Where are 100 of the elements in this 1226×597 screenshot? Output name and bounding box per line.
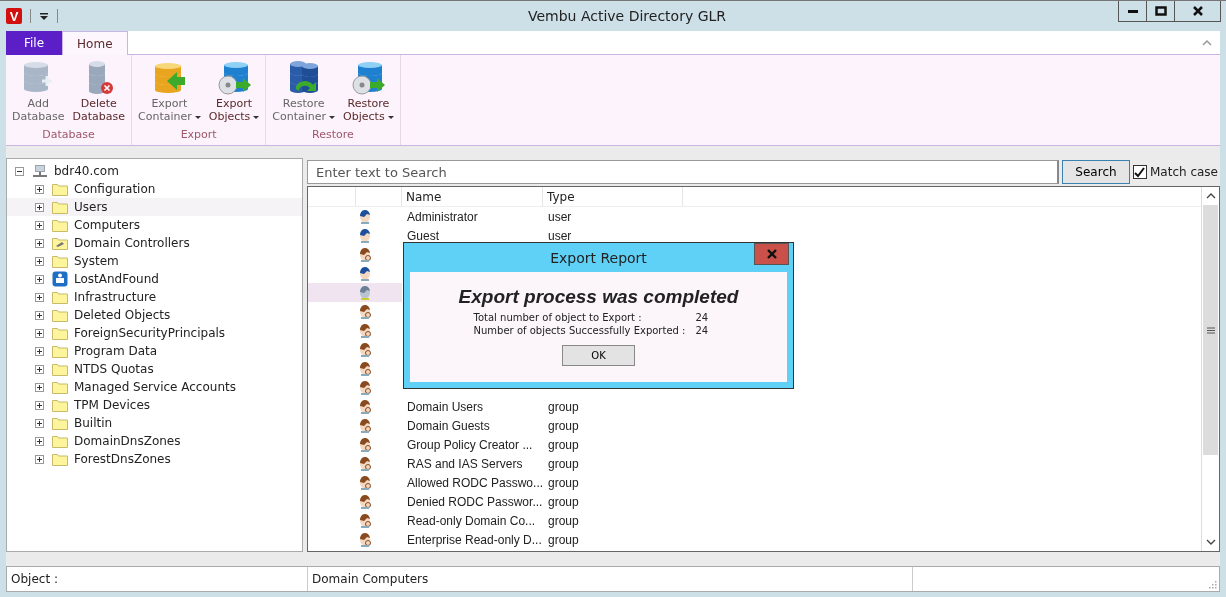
tree-item[interactable]: Program Data [74, 344, 158, 358]
table-cell: Enterprise Read-only D... [407, 532, 542, 547]
users-icon [358, 361, 372, 376]
ribbon-button[interactable]: Restore Objects [341, 59, 396, 128]
ribbon-group-label: Export [179, 128, 218, 143]
folder-icon [52, 380, 68, 394]
resize-grip-icon [1209, 581, 1217, 589]
table-cell: group [548, 494, 579, 509]
folder-icon [52, 236, 68, 250]
ok-button[interactable]: OK [562, 345, 635, 366]
scrollbar[interactable] [1201, 187, 1219, 551]
users-icon [358, 475, 372, 490]
tree-item[interactable]: bdr40.com [54, 164, 119, 178]
folder-icon [52, 344, 68, 358]
ribbon-button[interactable]: Export Container [136, 59, 203, 128]
table-cell: Domain Guests [407, 418, 490, 433]
status-label: Object : [7, 567, 308, 591]
ribbon-button[interactable]: Export Objects [206, 59, 262, 128]
expand-icon [35, 202, 44, 212]
ribbon-button[interactable]: Restore Container [270, 59, 338, 128]
stat-label: Number of objects Successfully Exported : [473, 325, 686, 336]
table-cell: user [548, 209, 572, 224]
status-value: Domain Computers [308, 567, 913, 591]
folder-icon [52, 326, 68, 340]
expand-icon [35, 454, 44, 464]
window-title: Vembu Active Directory GLR [526, 8, 728, 24]
table-cell: group [548, 456, 579, 471]
match-case-checkbox[interactable]: Match case [1133, 165, 1220, 179]
expand-icon [35, 184, 44, 194]
tree-item[interactable]: ForeignSecurityPrincipals [74, 326, 226, 340]
tree-item[interactable]: NTDS Quotas [74, 362, 154, 376]
scroll-thumb[interactable] [1203, 205, 1218, 455]
table-cell: Domain Users [407, 399, 484, 414]
table-cell: group [548, 418, 579, 433]
expand-icon [35, 400, 44, 410]
search-button[interactable]: Search [1062, 160, 1130, 184]
folder-icon [52, 434, 68, 448]
table-cell: group [548, 399, 579, 414]
column-header[interactable]: Type [543, 187, 683, 206]
ribbon-tab[interactable]: File [6, 31, 63, 55]
ribbon-button[interactable]: Delete Database [70, 59, 127, 128]
search-field[interactable]: Enter text to Search [307, 160, 1059, 184]
expand-icon [35, 274, 44, 284]
database-disc-icon [216, 61, 253, 97]
ribbon-button[interactable]: Add Database [10, 59, 67, 128]
table-cell: group [548, 475, 579, 490]
user-icon [358, 266, 372, 281]
table-cell: Read-only Domain Co... [407, 513, 536, 528]
expand-icon [35, 436, 44, 446]
dialog-title: Export Report [549, 249, 648, 266]
table-cell: group [548, 513, 579, 528]
folder-icon [52, 362, 68, 376]
users-icon [358, 380, 372, 395]
tree-item[interactable]: ForestDnsZones [74, 452, 171, 466]
tree-item[interactable]: TPM Devices [74, 398, 151, 412]
tree-item[interactable]: LostAndFound [74, 272, 159, 286]
folder-icon [52, 416, 68, 430]
dialog-heading: Export process was completed [458, 286, 739, 308]
folder-icon [52, 200, 68, 214]
user-icon [358, 228, 372, 243]
tree-item[interactable]: Infrastructure [74, 290, 157, 304]
table-cell: Denied RODC Passwor... [407, 494, 543, 509]
tree-item[interactable]: System [74, 254, 119, 268]
tree-item[interactable]: Users [74, 200, 108, 214]
users-icon [358, 513, 372, 528]
checkmark-icon [1134, 166, 1146, 178]
expand-icon [35, 346, 44, 356]
column-header[interactable]: Name [402, 187, 543, 206]
user-icon [358, 209, 372, 224]
table-cell: user [548, 228, 572, 243]
expand-icon [35, 382, 44, 392]
tree-item[interactable]: Deleted Objects [74, 308, 171, 322]
scroll-down-icon [1205, 539, 1216, 545]
users-icon [358, 399, 372, 414]
box-icon [52, 271, 68, 287]
close-icon [766, 249, 777, 259]
expand-icon [35, 418, 44, 428]
tree-item[interactable]: Computers [74, 218, 140, 232]
scroll-up-icon [1205, 193, 1216, 199]
ribbon-tab[interactable]: Home [62, 31, 128, 55]
users-icon [358, 342, 372, 357]
folder-icon [52, 290, 68, 304]
maximize-icon [1154, 5, 1167, 17]
stat-value: 24 [694, 325, 710, 336]
tree-item[interactable]: Domain Controllers [74, 236, 190, 250]
computer-network-icon [32, 164, 48, 178]
users-icon [358, 304, 372, 319]
tree-item[interactable]: DomainDnsZones [74, 434, 181, 448]
users-icon [358, 456, 372, 471]
tree-item[interactable]: Builtin [74, 416, 113, 430]
tree-item[interactable]: Configuration [74, 182, 156, 196]
expand-icon [35, 220, 44, 230]
table-cell: Allowed RODC Passwo... [407, 475, 544, 490]
tree-item[interactable]: Managed Service Accounts [74, 380, 236, 394]
table-cell: group [548, 532, 579, 547]
users-icon [358, 323, 372, 338]
users-icon [358, 494, 372, 509]
grip-icon [1206, 326, 1215, 334]
table-cell: group [548, 437, 579, 452]
folder-icon [52, 398, 68, 412]
